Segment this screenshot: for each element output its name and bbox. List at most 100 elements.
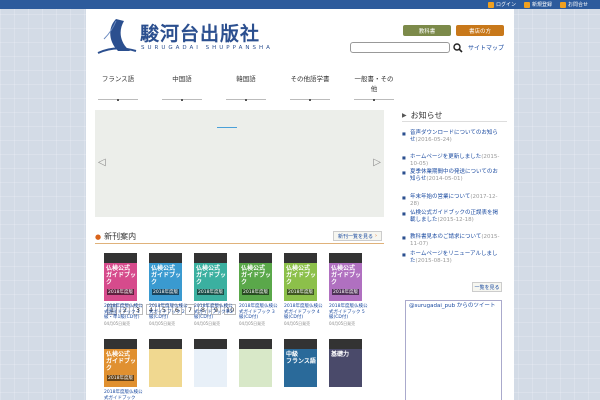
book-item[interactable]: 仏検公式 ガイドブック 2018年度版 2018年度版仏検公式ガイドブック準2級(C… xyxy=(194,253,233,327)
book-title: 2018年度版仏検公式ガイドブック xyxy=(104,390,143,400)
book-title: 2018年度版仏検公式ガイドブック 1級・準1級(CD付) xyxy=(104,304,143,320)
slide-indicator xyxy=(217,127,237,128)
sidebar: ▶お知らせ 音声ダウンロードについてのお知らせ(2016-05-24) ホームペ… xyxy=(402,110,507,400)
section-bullet-icon: ● xyxy=(95,232,102,241)
header-buttons: 教科書 書店の方 xyxy=(403,25,504,36)
news-item[interactable]: ホームページをリニューアルしました(2015-08-13) xyxy=(402,251,502,265)
news-item[interactable]: 教科書見本のご請求について(2015-11-07) xyxy=(402,234,502,248)
book-cover: 仏検公式 ガイドブック 2018年度版 xyxy=(329,253,362,301)
new-books-more-button[interactable]: 新刊一覧を見る › xyxy=(332,231,382,241)
page-container: 駿河台出版社 SURUGADAI SHUPPANSHA 教科書 書店の方 サイト… xyxy=(86,9,514,400)
cover-band xyxy=(149,253,182,263)
nav-item-general[interactable]: 一般書・その他 xyxy=(354,73,394,101)
book-item[interactable]: 中級 フランス語 xyxy=(284,339,320,387)
cover-year: 2018年度版 xyxy=(152,289,179,295)
book-date: 04月05日発売 xyxy=(104,320,131,326)
book-cover: 中級 フランス語 xyxy=(284,339,317,387)
book-date: 04月05日発売 xyxy=(329,320,356,326)
cover-band xyxy=(104,339,137,349)
cover-band xyxy=(239,339,272,349)
cover-year: 2018年度版 xyxy=(107,375,134,381)
book-cover: 仏検公式 ガイドブック 2018年度版 xyxy=(194,253,227,301)
news-item[interactable]: 夏季休業期間中の発送についてのお知らせ(2014-05-01) xyxy=(402,169,502,183)
cover-title: 中級 フランス語 xyxy=(286,351,316,365)
news-item[interactable]: 年末年始の営業について(2017-12-28) xyxy=(402,194,502,208)
notice-header: ▶ お知らせ xyxy=(402,110,507,122)
logo-text: 駿河台出版社 xyxy=(140,23,261,45)
cover-title: 仏検公式 ガイドブック xyxy=(241,265,272,286)
news-item[interactable]: 仏検公式ガイドブックの正誤表を掲載しました(2015-12-18) xyxy=(402,210,502,224)
book-item[interactable]: 仏検公式 ガイドブック 2018年度版 2018年度版仏検公式ガイドブック 2級(C… xyxy=(149,253,187,327)
nav-item-korean[interactable]: 韓国語 xyxy=(226,73,266,101)
news-item[interactable]: ホームページを更新しました(2015-10-05) xyxy=(402,154,502,168)
book-date: 04月05日発売 xyxy=(149,320,176,326)
book-item[interactable]: 仏検公式 ガイドブック 2018年度版 2018年度版仏検公式ガイドブック xyxy=(104,339,142,400)
book-item[interactable] xyxy=(149,339,185,387)
book-item[interactable]: 基礎力 xyxy=(329,339,365,387)
twitter-link[interactable]: @surugadai_pub からのツイート xyxy=(406,301,498,311)
slider-next-icon[interactable]: ▷ xyxy=(373,157,381,168)
book-item[interactable]: 仏検公式 ガイドブック 2018年度版 2018年度版仏検公式ガイドブック 1級・準… xyxy=(104,253,142,327)
toplink-contact[interactable]: お問合せ xyxy=(559,1,588,8)
book-cover xyxy=(149,339,182,387)
cover-band xyxy=(284,253,317,263)
toplink-login[interactable]: ログイン xyxy=(487,1,516,8)
cover-title: 仏検公式 ガイドブック xyxy=(151,265,182,286)
slider-prev-icon[interactable]: ◁ xyxy=(98,157,106,168)
site-logo[interactable]: 駿河台出版社 SURUGADAI SHUPPANSHA xyxy=(94,17,274,67)
twitter-widget: @surugadai_pub からのツイート xyxy=(405,300,502,400)
toplink-label: 新規登録 xyxy=(531,2,552,8)
book-date: 04月05日発売 xyxy=(284,320,311,326)
book-title: 2018年度版仏検公式ガイドブック 4級(CD付) xyxy=(284,304,323,320)
cover-band xyxy=(104,253,137,263)
nav-item-chinese[interactable]: 中国語 xyxy=(162,73,202,101)
book-item[interactable] xyxy=(194,339,230,387)
more-label: 新刊一覧を見る xyxy=(337,233,373,240)
cover-band xyxy=(284,339,317,349)
notice-more-label: 一覧を見る xyxy=(474,284,500,291)
notice-title: お知らせ xyxy=(410,111,443,120)
search-icon[interactable] xyxy=(452,42,464,53)
contact-icon xyxy=(559,1,566,8)
slider: ◁ ▷ 1 2 3 4 5 6 7 8 9 10 xyxy=(95,110,384,315)
cover-year: 2018年度版 xyxy=(287,289,314,295)
sitemap-link[interactable]: サイトマップ xyxy=(468,43,504,52)
news-item[interactable]: 音声ダウンロードについてのお知らせ(2016-05-24) xyxy=(402,130,502,144)
book-cover: 仏検公式 ガイドブック 2018年度版 xyxy=(149,253,182,301)
bookstore-button[interactable]: 書店の方 xyxy=(456,25,504,36)
toplink-label: お問合せ xyxy=(567,2,588,8)
nav-item-french[interactable]: フランス語 xyxy=(98,73,138,101)
top-links: ログイン 新規登録 お問合せ xyxy=(487,0,588,9)
textbook-button[interactable]: 教科書 xyxy=(403,25,451,36)
logo-sail-icon xyxy=(97,19,137,54)
book-title: 2018年度版仏検公式ガイドブック 5級(CD付) xyxy=(329,304,368,320)
register-icon xyxy=(523,1,530,8)
cover-title: 仏検公式 ガイドブック xyxy=(106,265,137,286)
cover-band xyxy=(329,253,362,263)
book-item[interactable]: 仏検公式 ガイドブック 2018年度版 2018年度版仏検公式ガイドブック 3級(C… xyxy=(239,253,277,327)
cover-title: 基礎力 xyxy=(331,351,350,358)
news-text: 年末年始の営業について xyxy=(410,194,471,200)
cover-band xyxy=(149,339,182,349)
book-item[interactable] xyxy=(239,339,275,387)
news-date: (2014-05-01) xyxy=(426,176,463,182)
news-text: 教科書見本のご請求について xyxy=(410,234,482,240)
nav-item-other-languages[interactable]: その他語学書 xyxy=(290,73,330,101)
cover-title: 仏検公式 ガイドブック xyxy=(331,265,362,286)
cover-title: 仏検公式 ガイドブック xyxy=(196,265,227,286)
book-title: 2018年度版仏検公式ガイドブック準2級(CD付) xyxy=(194,304,233,320)
toplink-register[interactable]: 新規登録 xyxy=(523,1,552,8)
book-cover: 仏検公式 ガイドブック 2018年度版 xyxy=(104,253,137,301)
notice-more-button[interactable]: 一覧を見る xyxy=(472,282,502,292)
book-item[interactable]: 仏検公式 ガイドブック 2018年度版 2018年度版仏検公式ガイドブック 5級(C… xyxy=(329,253,367,327)
logo-subtext: SURUGADAI SHUPPANSHA xyxy=(141,45,273,51)
book-cover: 仏検公式 ガイドブック 2018年度版 xyxy=(104,339,137,387)
cover-band xyxy=(194,339,227,349)
book-cover xyxy=(194,339,227,387)
news-date: (2015-12-18) xyxy=(437,217,474,223)
book-title: 2018年度版仏検公式ガイドブック 2級(CD付) xyxy=(149,304,188,320)
cover-title: 仏検公式 ガイドブック xyxy=(286,265,317,286)
book-item[interactable]: 仏検公式 ガイドブック 2018年度版 2018年度版仏検公式ガイドブック 4級(C… xyxy=(284,253,322,327)
news-date: (2015-08-13) xyxy=(415,258,452,264)
search-input[interactable] xyxy=(350,42,450,53)
